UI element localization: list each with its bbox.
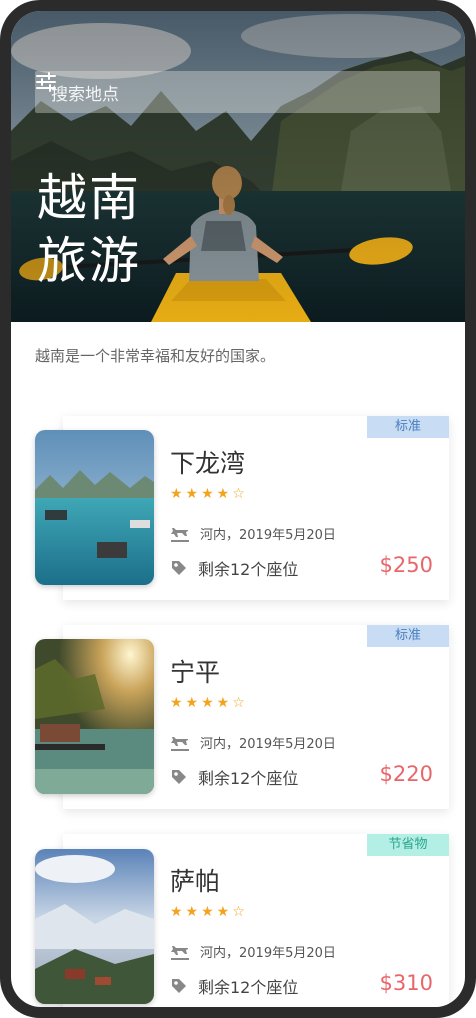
plane-icon: [171, 945, 189, 960]
tour-name: 下龙湾: [170, 449, 246, 478]
departure-row: 河内，2019年5月20日: [170, 733, 336, 752]
plane-icon: [171, 527, 189, 542]
seats-row: 剩余12个座位: [170, 974, 298, 998]
filter-icon[interactable]: [35, 71, 57, 93]
tour-tag: 标准: [367, 416, 449, 438]
page-title-line1: 越南: [37, 169, 141, 227]
departure-text: 河内，2019年5月20日: [200, 737, 336, 752]
tour-image-halong[interactable]: [35, 430, 154, 585]
tag-icon: [172, 979, 186, 993]
seats-text: 剩余12个座位: [198, 560, 299, 579]
tour-image-sapa[interactable]: [35, 849, 154, 1004]
tour-price: $310: [379, 971, 433, 995]
screen: 搜索地点 越南 旅游 越南是一个非常幸福和友好的国家。 标准 下龙湾 ★★★★☆…: [11, 11, 465, 1007]
seats-text: 剩余12个座位: [198, 978, 299, 997]
seats-row: 剩余12个座位: [170, 765, 298, 789]
star-rating: ★★★★☆: [170, 904, 248, 920]
departure-text: 河内，2019年5月20日: [200, 946, 336, 961]
departure-text: 河内，2019年5月20日: [200, 528, 336, 543]
tour-tag: 标准: [367, 625, 449, 647]
intro-text: 越南是一个非常幸福和友好的国家。: [35, 347, 276, 365]
star-rating: ★★★★☆: [170, 695, 248, 711]
departure-row: 河内，2019年5月20日: [170, 524, 336, 543]
hero-banner: 搜索地点 越南 旅游: [11, 11, 465, 322]
search-placeholder: 搜索地点: [51, 84, 119, 105]
departure-row: 河内，2019年5月20日: [170, 942, 336, 961]
device-frame: 搜索地点 越南 旅游 越南是一个非常幸福和友好的国家。 标准 下龙湾 ★★★★☆…: [0, 0, 476, 1018]
tour-name: 萨帕: [170, 867, 221, 896]
plane-icon: [171, 736, 189, 751]
tag-icon: [172, 770, 186, 784]
seats-row: 剩余12个座位: [170, 556, 298, 580]
search-input[interactable]: 搜索地点: [35, 71, 440, 113]
tour-price: $250: [379, 553, 433, 577]
tour-image-ninhbinh[interactable]: [35, 639, 154, 794]
tour-tag: 节省物: [367, 834, 449, 856]
star-rating: ★★★★☆: [170, 486, 248, 502]
tour-name: 宁平: [170, 658, 221, 687]
page-title: 越南 旅游: [37, 167, 141, 293]
tour-price: $220: [379, 762, 433, 786]
tag-icon: [172, 561, 186, 575]
page-title-line2: 旅游: [37, 232, 141, 290]
seats-text: 剩余12个座位: [198, 769, 299, 788]
